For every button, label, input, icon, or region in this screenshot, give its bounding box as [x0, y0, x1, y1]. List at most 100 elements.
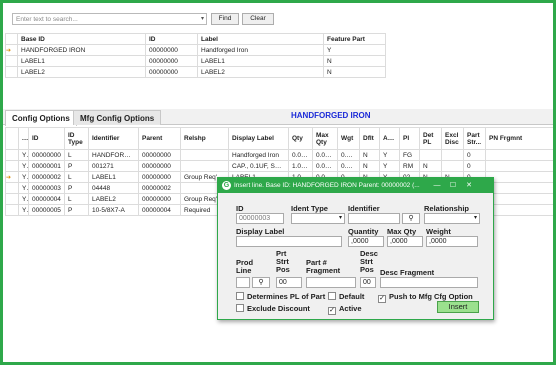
active-checkbox[interactable]: ✓ Active	[328, 304, 362, 315]
table-cell[interactable]: LABEL2	[197, 66, 324, 78]
table-cell[interactable]	[441, 160, 464, 172]
table-cell[interactable]	[485, 182, 553, 194]
column-header[interactable]: Wgt	[337, 127, 360, 150]
relationship-select[interactable]: ▾	[424, 213, 480, 224]
column-header[interactable]: Display Label	[228, 127, 289, 150]
column-header[interactable]: Identifier	[88, 127, 139, 150]
id-field[interactable]: 00000003	[236, 213, 284, 224]
column-header[interactable]: Feature Part	[323, 33, 386, 45]
table-cell[interactable]: Y	[18, 204, 29, 216]
insert-button[interactable]: Insert	[437, 301, 479, 313]
table-cell[interactable]: 0	[463, 160, 486, 172]
table-cell[interactable]: P	[64, 160, 89, 172]
table-cell[interactable]: 1.00...	[288, 160, 313, 172]
table-cell[interactable]: 00000000	[138, 160, 181, 172]
dialog-title-bar[interactable]: G Insert line. Base ID: HANDFORGED IRON …	[218, 178, 493, 193]
determines-pl-checkbox[interactable]: Determines PL of Part	[236, 292, 325, 301]
table-cell[interactable]: LABEL1	[197, 55, 324, 67]
prod-line-field[interactable]	[236, 277, 250, 288]
table-cell[interactable]: Handforged Iron	[228, 149, 289, 161]
table-cell[interactable]	[485, 204, 553, 216]
tab-mfg-config-options[interactable]: Mfg Config Options	[73, 110, 162, 125]
table-cell[interactable]: 04448	[88, 182, 139, 194]
table-row[interactable]: LABEL1 00000000 LABEL1 N	[5, 55, 386, 67]
maximize-icon[interactable]: ☐	[445, 178, 461, 193]
column-header[interactable]: ID	[145, 33, 198, 45]
table-cell[interactable]	[419, 149, 442, 161]
table-cell[interactable]: 00000001	[28, 160, 65, 172]
table-cell[interactable]: Y	[18, 193, 29, 205]
table-cell[interactable]: 00000003	[28, 182, 65, 194]
table-cell[interactable]: 10-5/8X7-A	[88, 204, 139, 216]
table-cell[interactable]	[485, 149, 553, 161]
table-cell[interactable]: RM	[399, 160, 420, 172]
prt-strt-pos-field[interactable]: 00	[276, 277, 302, 288]
table-cell[interactable]: Y	[18, 171, 29, 183]
table-cell[interactable]: L	[64, 171, 89, 183]
table-cell[interactable]: Y	[379, 149, 400, 161]
part-fragment-field[interactable]	[306, 277, 356, 288]
table-cell[interactable]: 00000004	[28, 193, 65, 205]
column-header[interactable]: Base ID	[17, 33, 146, 45]
table-cell[interactable]: LABEL2	[88, 193, 139, 205]
column-header[interactable]: Parent	[138, 127, 181, 150]
minimize-icon[interactable]: —	[429, 178, 445, 193]
table-row[interactable]: LABEL2 00000000 LABEL2 N	[5, 66, 386, 78]
table-cell[interactable]	[485, 160, 553, 172]
table-cell[interactable]: FG	[399, 149, 420, 161]
column-header[interactable]: Relshp	[180, 127, 229, 150]
table-cell[interactable]: Y	[379, 160, 400, 172]
table-cell[interactable]: P	[64, 204, 89, 216]
table-cell[interactable]: 0.0000	[337, 149, 360, 161]
table-cell[interactable]: N	[359, 160, 380, 172]
table-cell[interactable]: 0	[463, 149, 486, 161]
close-icon[interactable]: ✕	[461, 178, 477, 193]
column-header[interactable]: ..	[18, 127, 29, 150]
table-cell[interactable]: 00000000	[138, 193, 181, 205]
desc-fragment-field[interactable]	[380, 277, 478, 288]
table-cell[interactable]: LABEL1	[88, 171, 139, 183]
column-header[interactable]: ID	[28, 127, 65, 150]
column-header[interactable]: Det PL	[419, 127, 442, 150]
search-input[interactable]: Enter text to search... ▾	[12, 13, 207, 25]
table-cell[interactable]: 00000000	[138, 171, 181, 183]
table-cell[interactable]: N	[359, 149, 380, 161]
table-cell[interactable]	[441, 149, 464, 161]
table-cell[interactable]: 00000004	[138, 204, 181, 216]
max-qty-field[interactable]: ,0000	[387, 236, 423, 247]
table-cell[interactable]: L	[64, 193, 89, 205]
table-cell[interactable]: 0.0000	[312, 160, 338, 172]
table-cell[interactable]	[180, 160, 229, 172]
column-header[interactable]: Label	[197, 33, 324, 45]
identifier-field[interactable]	[348, 213, 400, 224]
desc-strt-pos-field[interactable]: 00	[360, 277, 376, 288]
column-header[interactable]: Max Qty	[312, 127, 338, 150]
table-row[interactable]: Y 00000001 P 001271 00000000 CAP., 0.1UF, SMT…	[5, 160, 553, 172]
table-cell[interactable]: 0.00...	[288, 149, 313, 161]
table-cell[interactable]: N	[323, 66, 386, 78]
column-header[interactable]: Actv	[379, 127, 400, 150]
column-header[interactable]: Pl	[399, 127, 420, 150]
default-checkbox[interactable]: Default	[328, 292, 364, 301]
exclude-discount-checkbox[interactable]: Exclude Discount	[236, 304, 310, 313]
column-header[interactable]: Excl Disc	[441, 127, 464, 150]
table-cell[interactable]	[485, 193, 553, 205]
table-cell[interactable]: 00000000	[145, 66, 198, 78]
tab-config-options[interactable]: Config Options	[5, 110, 77, 126]
clear-button[interactable]: Clear	[242, 13, 274, 25]
table-cell[interactable]: 0.0000	[337, 160, 360, 172]
table-cell[interactable]: N	[323, 55, 386, 67]
table-cell[interactable]	[180, 149, 229, 161]
table-cell[interactable]: 00000002	[28, 171, 65, 183]
table-cell[interactable]: Y	[323, 44, 386, 56]
table-cell[interactable]: 00000000	[28, 149, 65, 161]
column-header[interactable]: ID Type	[64, 127, 89, 150]
table-cell[interactable]: 001271	[88, 160, 139, 172]
table-cell[interactable]: 00000005	[28, 204, 65, 216]
table-cell[interactable]: 0.0000	[312, 149, 338, 161]
table-cell[interactable]: 00000002	[138, 182, 181, 194]
weight-field[interactable]: ,0000	[426, 236, 478, 247]
table-cell[interactable]: Handforged Iron	[197, 44, 324, 56]
table-cell[interactable]: L	[64, 149, 89, 161]
table-cell[interactable]: N	[419, 160, 442, 172]
